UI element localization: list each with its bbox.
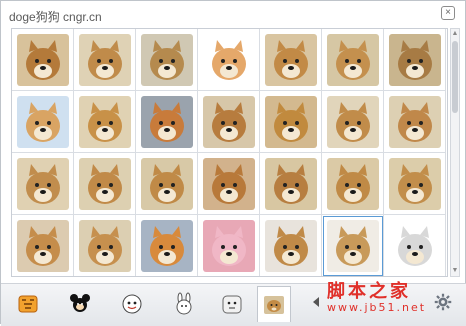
doge-emoji-icon bbox=[16, 157, 69, 210]
emoji-cell[interactable] bbox=[74, 215, 136, 276]
emoji-panel: doge狗狗 cngr.cn × ▲ ▼ 脚本之家 www.jb51.net bbox=[0, 0, 466, 326]
scroll-down-arrow-icon[interactable]: ▼ bbox=[451, 266, 459, 276]
doge-emoji-icon bbox=[326, 33, 379, 86]
doge-emoji-icon bbox=[16, 95, 69, 148]
doge-emoji-icon bbox=[16, 33, 69, 86]
doge-emoji-icon bbox=[140, 33, 193, 86]
doge-emoji-icon bbox=[140, 157, 193, 210]
tab-bunny[interactable] bbox=[167, 288, 201, 320]
tab-doge[interactable] bbox=[257, 286, 291, 322]
emoji-grid-wrapper bbox=[11, 28, 448, 277]
scroll-up-arrow-icon[interactable]: ▲ bbox=[451, 29, 459, 39]
doge-emoji-icon bbox=[202, 95, 255, 148]
doge-emoji-icon bbox=[388, 219, 441, 272]
doge-emoji-icon bbox=[140, 95, 193, 148]
cartoon-face-icon bbox=[222, 295, 242, 314]
doge-emoji-icon bbox=[202, 33, 255, 86]
doge-emoji-icon bbox=[326, 219, 379, 272]
close-icon[interactable]: × bbox=[441, 6, 455, 20]
bunny-icon bbox=[176, 292, 192, 315]
doge-emoji-icon bbox=[78, 95, 131, 148]
doge-emoji-icon bbox=[326, 95, 379, 148]
tabs-scroll-left-icon[interactable] bbox=[313, 297, 319, 307]
mickey-icon bbox=[70, 294, 90, 312]
doge-emoji-icon bbox=[78, 33, 131, 86]
emoji-cell[interactable] bbox=[12, 153, 74, 215]
doge-emoji-icon bbox=[140, 219, 193, 272]
emoji-cell[interactable] bbox=[322, 153, 384, 215]
doge-tab-icon bbox=[264, 295, 284, 314]
emoji-cell[interactable] bbox=[12, 215, 74, 276]
emoji-cell[interactable] bbox=[136, 153, 198, 215]
doge-emoji-icon bbox=[264, 157, 317, 210]
emoji-cell[interactable] bbox=[136, 91, 198, 153]
scroll-thumb[interactable] bbox=[452, 41, 458, 113]
emoji-cell[interactable] bbox=[198, 153, 260, 215]
emoji-cell[interactable] bbox=[74, 91, 136, 153]
doge-emoji-icon bbox=[388, 157, 441, 210]
doge-emoji-icon bbox=[388, 33, 441, 86]
emoji-scrollbar[interactable]: ▲ ▼ bbox=[450, 28, 460, 277]
emoji-cell[interactable] bbox=[322, 29, 384, 91]
doge-emoji-icon bbox=[264, 33, 317, 86]
emoji-cell[interactable] bbox=[198, 215, 260, 276]
emoji-cell[interactable] bbox=[384, 29, 446, 91]
tab-cartoon-face[interactable] bbox=[215, 288, 249, 320]
panel-title: doge狗狗 cngr.cn bbox=[9, 10, 102, 24]
doge-emoji-icon bbox=[326, 157, 379, 210]
emoji-cell[interactable] bbox=[260, 153, 322, 215]
emoji-cell[interactable] bbox=[198, 91, 260, 153]
watermark-title: 脚本之家 bbox=[327, 281, 411, 302]
tab-mickey[interactable] bbox=[63, 288, 97, 320]
emoji-cell[interactable] bbox=[136, 29, 198, 91]
emoji-cell[interactable] bbox=[384, 215, 446, 276]
emoji-cell[interactable] bbox=[12, 29, 74, 91]
emoji-cell[interactable] bbox=[260, 215, 322, 276]
tab-cat-face[interactable] bbox=[115, 288, 149, 320]
doge-emoji-icon bbox=[202, 157, 255, 210]
doge-emoji-icon bbox=[78, 157, 131, 210]
emoji-grid bbox=[12, 29, 447, 276]
doge-emoji-icon bbox=[16, 219, 69, 272]
emoji-cell[interactable] bbox=[136, 215, 198, 276]
gear-icon[interactable] bbox=[434, 293, 452, 311]
cat-face-icon bbox=[122, 294, 142, 314]
emoji-cell[interactable] bbox=[198, 29, 260, 91]
doge-emoji-icon bbox=[264, 95, 317, 148]
doge-emoji-icon bbox=[78, 219, 131, 272]
doge-emoji-icon bbox=[202, 219, 255, 272]
emoji-cell[interactable] bbox=[260, 91, 322, 153]
emoji-cell[interactable] bbox=[12, 91, 74, 153]
tab-tiger[interactable] bbox=[11, 288, 45, 320]
watermark-url: www.jb51.net bbox=[327, 301, 427, 314]
emoji-cell[interactable] bbox=[322, 215, 384, 276]
emoji-cell[interactable] bbox=[260, 29, 322, 91]
emoji-cell[interactable] bbox=[74, 29, 136, 91]
emoji-cell[interactable] bbox=[322, 91, 384, 153]
doge-emoji-icon bbox=[264, 219, 317, 272]
emoji-cell[interactable] bbox=[384, 91, 446, 153]
doge-emoji-icon bbox=[388, 95, 441, 148]
emoji-cell[interactable] bbox=[384, 153, 446, 215]
tiger-icon bbox=[18, 295, 38, 313]
emoji-cell[interactable] bbox=[74, 153, 136, 215]
